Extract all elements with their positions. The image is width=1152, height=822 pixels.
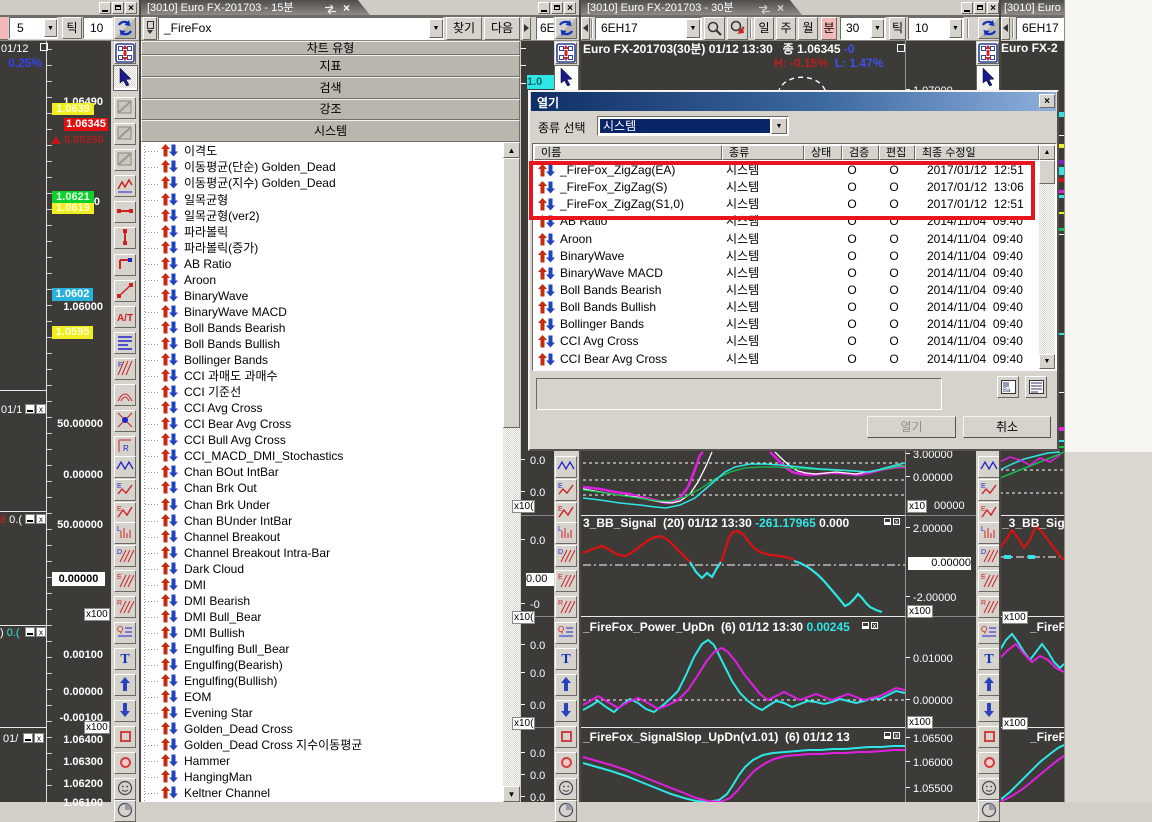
svg-text:F: F [118, 362, 122, 369]
svg-text:R: R [123, 444, 129, 453]
svg-text:E: E [558, 574, 563, 581]
svg-text:L: L [117, 526, 121, 533]
svg-text:L: L [558, 526, 562, 533]
svg-text:Q: Q [117, 625, 123, 634]
svg-text:L: L [981, 526, 985, 533]
svg-text:D: D [558, 549, 563, 556]
svg-text:Q: Q [558, 625, 564, 634]
svg-text:E: E [117, 574, 122, 581]
svg-text:E: E [981, 574, 986, 581]
svg-text:Ba: Ba [1003, 388, 1011, 394]
svg-text:R: R [981, 600, 986, 607]
svg-text:R: R [558, 600, 563, 607]
svg-text:Q: Q [981, 625, 987, 634]
svg-text:D: D [117, 549, 122, 556]
svg-text:D: D [981, 549, 986, 556]
svg-text:R: R [117, 600, 122, 607]
